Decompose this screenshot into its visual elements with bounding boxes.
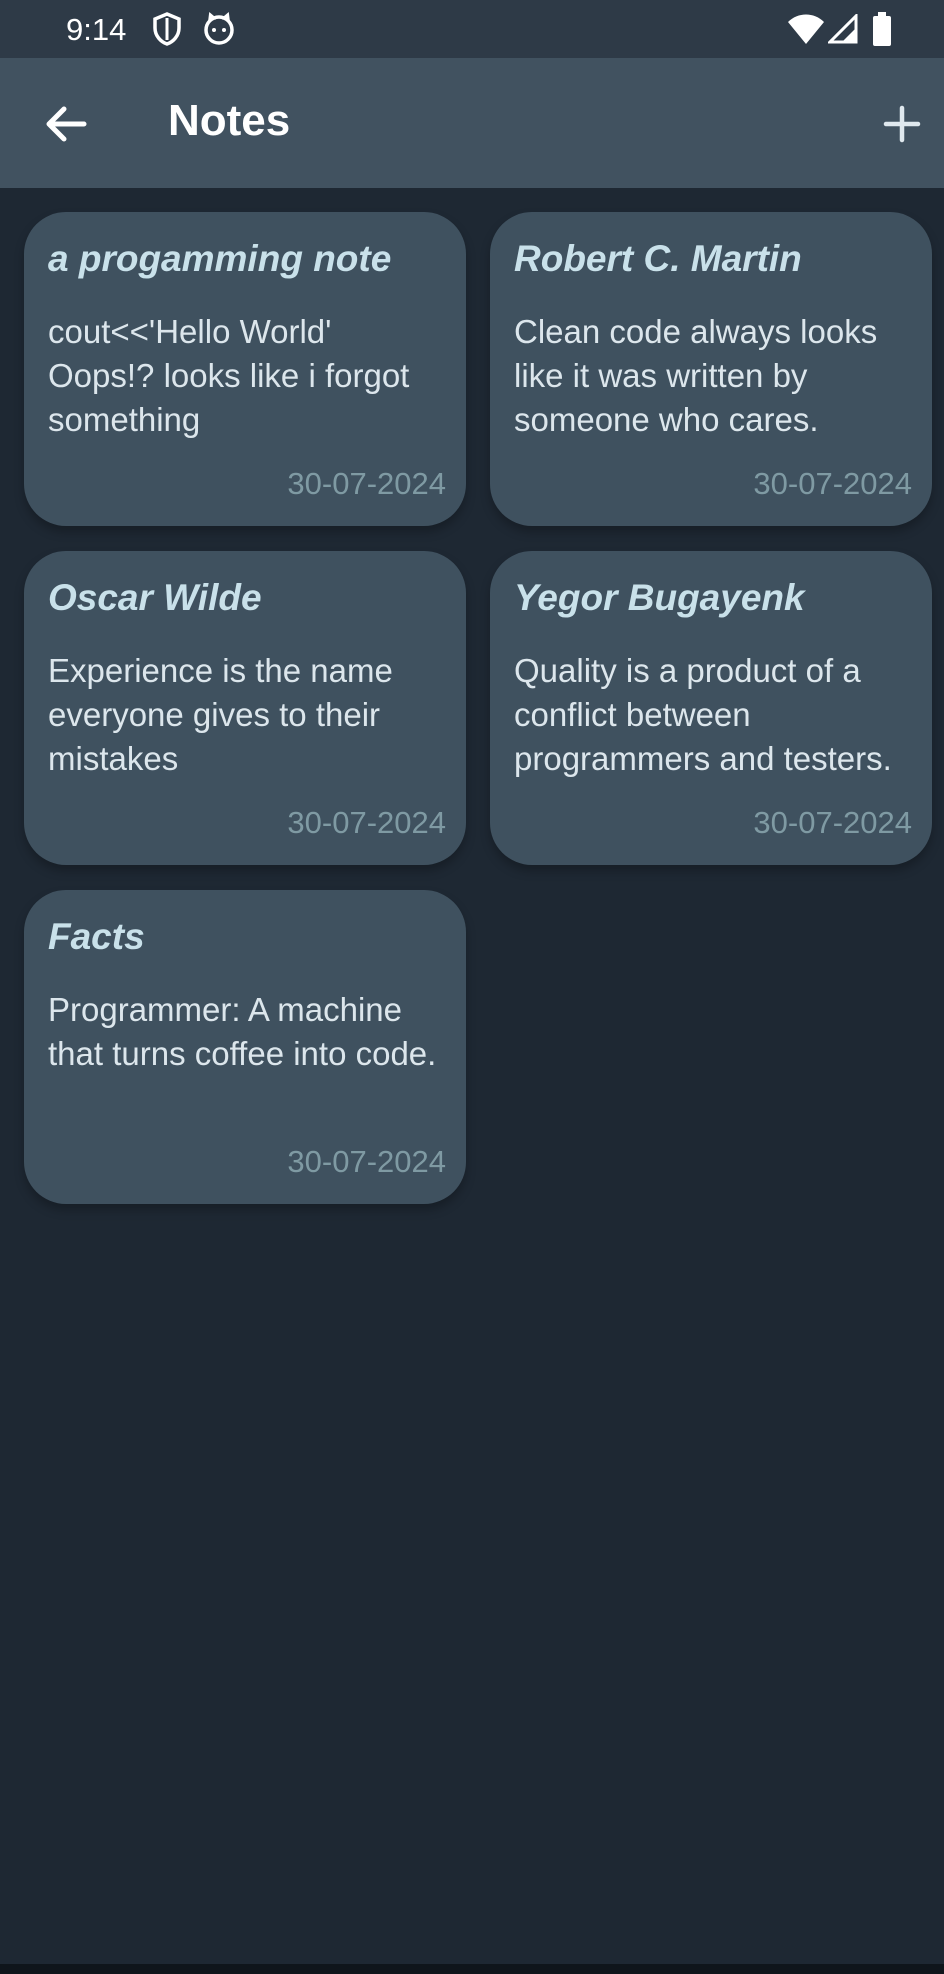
note-date: 30-07-2024 [753, 466, 912, 501]
back-button[interactable] [40, 98, 92, 150]
note-date: 30-07-2024 [287, 1144, 446, 1179]
note-title: Robert C. Martin [514, 238, 802, 279]
note-title: Facts [48, 916, 145, 957]
note-body: Clean code always looks like it was writ… [514, 313, 878, 438]
page-title: Notes [168, 96, 291, 145]
note-card[interactable]: a progamming note cout<<'Hello World' Oo… [24, 212, 466, 526]
status-bar: 9:14 [0, 0, 944, 58]
arrow-left-icon [40, 106, 92, 154]
note-card[interactable]: Yegor Bugayenk Quality is a product of a… [490, 551, 932, 865]
cat-icon [203, 12, 235, 51]
add-note-button[interactable] [876, 98, 928, 150]
note-title: Yegor Bugayenk [514, 577, 805, 618]
note-body: Programmer: A machine that turns coffee … [48, 991, 437, 1072]
note-date: 30-07-2024 [753, 805, 912, 840]
shield-icon [152, 12, 182, 51]
note-body: Experience is the name everyone gives to… [48, 652, 393, 777]
note-card[interactable]: Oscar Wilde Experience is the name every… [24, 551, 466, 865]
note-date: 30-07-2024 [287, 466, 446, 501]
plus-icon [876, 105, 928, 154]
note-title: a progamming note [48, 238, 392, 279]
note-title: Oscar Wilde [48, 577, 262, 618]
battery-icon [872, 12, 892, 51]
note-body: cout<<'Hello World' Oops!? looks like i … [48, 313, 410, 438]
wifi-icon [788, 14, 824, 49]
app-bar: Notes [0, 58, 944, 188]
navigation-bar [0, 1964, 944, 1974]
signal-icon [826, 12, 858, 49]
note-body: Quality is a product of a conflict betwe… [514, 652, 892, 777]
status-time: 9:14 [66, 12, 127, 47]
note-card[interactable]: Facts Programmer: A machine that turns c… [24, 890, 466, 1204]
note-card[interactable]: Robert C. Martin Clean code always looks… [490, 212, 932, 526]
note-date: 30-07-2024 [287, 805, 446, 840]
